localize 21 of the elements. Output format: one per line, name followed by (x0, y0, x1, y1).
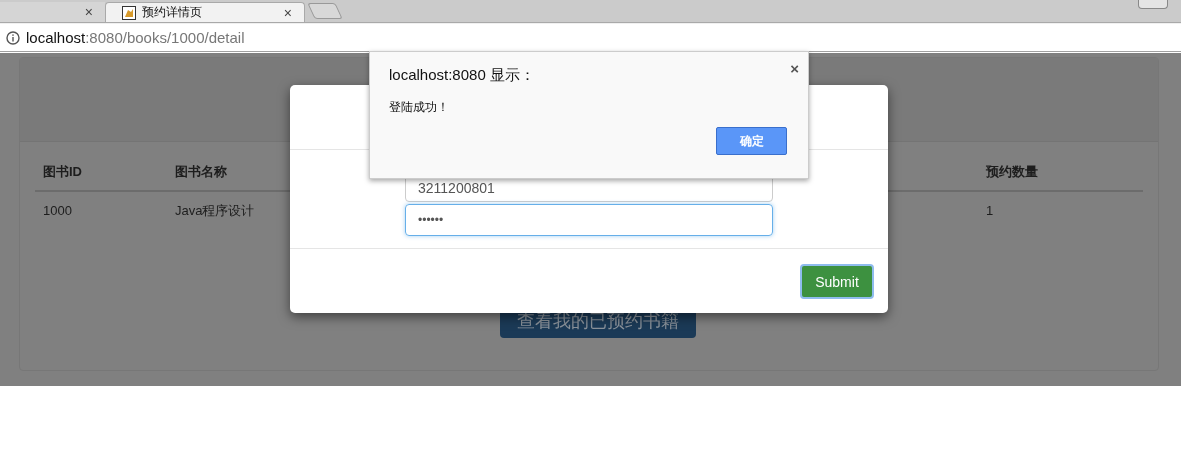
tab-title: 预约详情页 (142, 4, 203, 21)
password-field[interactable]: •••••• (405, 204, 773, 236)
column-header: 图书ID (43, 163, 82, 181)
browser-tab[interactable]: 预约详情页 × (105, 2, 305, 22)
column-header: 图书名称 (175, 163, 227, 181)
profile-button[interactable] (1138, 0, 1168, 9)
table-cell-text: Java程序设计 (175, 202, 255, 220)
column-header: 预约数量 (986, 163, 1038, 181)
table-cell-text: 1000 (43, 202, 72, 220)
alert-message: 登陆成功！ (389, 99, 449, 116)
close-icon[interactable]: × (790, 61, 799, 76)
address-bar[interactable]: localhost:8080/books/1000/detail (0, 23, 1181, 52)
close-icon[interactable]: × (283, 5, 292, 20)
info-icon (6, 30, 20, 45)
close-icon[interactable]: × (84, 5, 93, 19)
browser-tab[interactable]: × (0, 2, 105, 22)
table-cell-text: 1 (986, 202, 994, 220)
alert-title: localhost:8080 显示： (389, 66, 535, 85)
new-tab-button[interactable] (307, 3, 343, 19)
url-text: localhost:8080/books/1000/detail (26, 29, 245, 46)
submit-button[interactable]: Submit (800, 264, 874, 299)
